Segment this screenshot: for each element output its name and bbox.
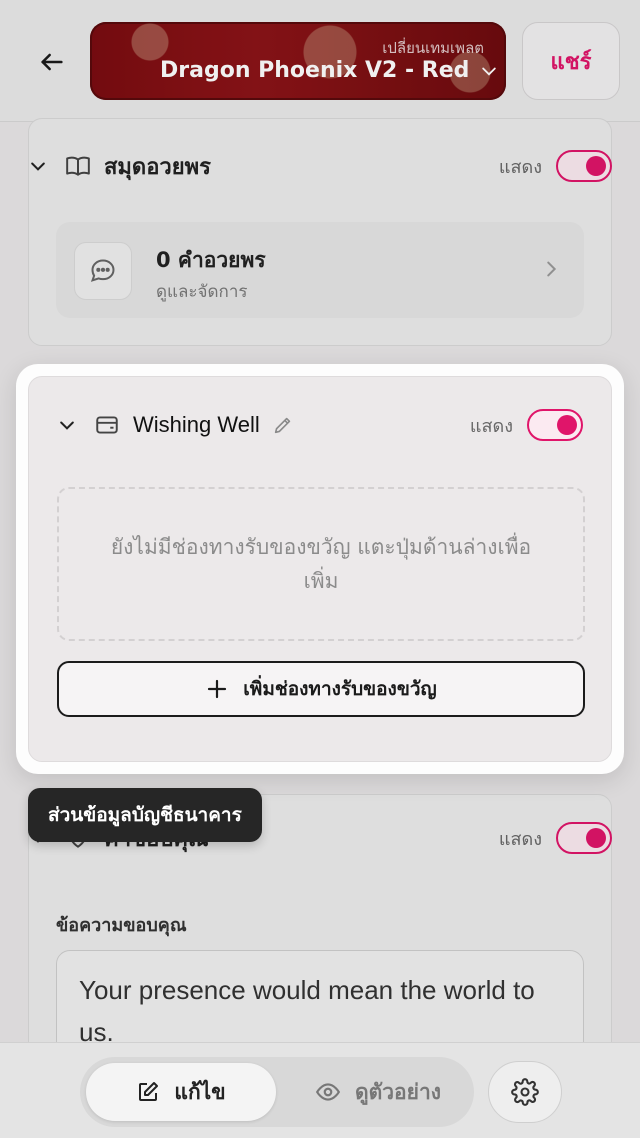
template-hint: เปลี่ยนเทมเพลต [382,39,484,57]
preview-tab[interactable]: ดูตัวอย่าง [286,1063,470,1121]
book-icon [58,153,98,179]
manage-label: ดูและจัดการ [156,282,248,302]
blessing-count: 0 คำอวยพร [156,248,266,272]
collapse-toggle[interactable] [28,156,58,176]
chevron-down-icon [482,67,497,76]
edit-tab[interactable]: แก้ไข [86,1063,276,1121]
settings-button[interactable] [488,1061,562,1123]
plus-icon [208,679,227,699]
visibility-toggle[interactable] [556,150,612,182]
collapse-toggle[interactable] [57,415,87,435]
empty-state: ยังไม่มีช่องทางรับของขวัญ แตะปุ่มด้านล่า… [57,487,585,641]
chevron-down-icon [60,421,74,430]
coachmark-tooltip: ส่วนข้อมูลบัญชีธนาคาร [28,788,262,842]
chevron-right-icon [547,261,557,277]
pencil-icon[interactable] [272,414,294,436]
gear-icon [511,1078,539,1106]
message-icon [74,242,132,300]
template-switcher[interactable]: เปลี่ยนเทมเพลต Dragon Phoenix V2 - Red [90,22,506,100]
top-header: เปลี่ยนเทมเพลต Dragon Phoenix V2 - Red แ… [0,0,640,122]
show-label: แสดง [498,156,542,178]
visibility-toggle[interactable] [556,822,612,854]
chevron-down-icon [31,162,45,171]
eye-icon [315,1083,341,1101]
add-button-label: เพิ่มช่องทางรับของขวัญ [243,678,437,700]
add-gift-channel-button[interactable]: เพิ่มช่องทางรับของขวัญ [57,661,585,717]
blessings-link[interactable]: 0 คำอวยพร ดูและจัดการ [56,222,584,318]
preview-label: ดูตัวอย่าง [354,1079,442,1104]
section-title: Wishing Well [133,412,260,437]
edit-icon [139,1082,159,1101]
edit-label: แก้ไข [174,1079,226,1104]
arrow-left-icon [41,53,63,71]
wishing-well-card: Wishing Well แสดง ยังไม่มีช่องทางรับของข… [28,376,612,762]
show-label: แสดง [498,828,542,850]
mode-switch: แก้ไข ดูตัวอย่าง [80,1057,474,1127]
template-name-row: Dragon Phoenix V2 - Red [160,58,499,83]
template-name: Dragon Phoenix V2 - Red [160,58,470,83]
share-button[interactable]: แชร์ [522,22,620,100]
wallet-icon [87,412,127,438]
bottom-toolbar: แก้ไข ดูตัวอย่าง [0,1042,640,1138]
section-title: สมุดอวยพร [104,154,211,180]
field-label: ข้อความขอบคุณ [56,915,187,936]
visibility-toggle[interactable] [527,409,583,441]
back-button[interactable] [30,40,74,84]
blessing-book-header: สมุดอวยพร แสดง [28,146,612,186]
wishing-well-header: Wishing Well แสดง [57,405,583,445]
show-label: แสดง [469,415,513,437]
